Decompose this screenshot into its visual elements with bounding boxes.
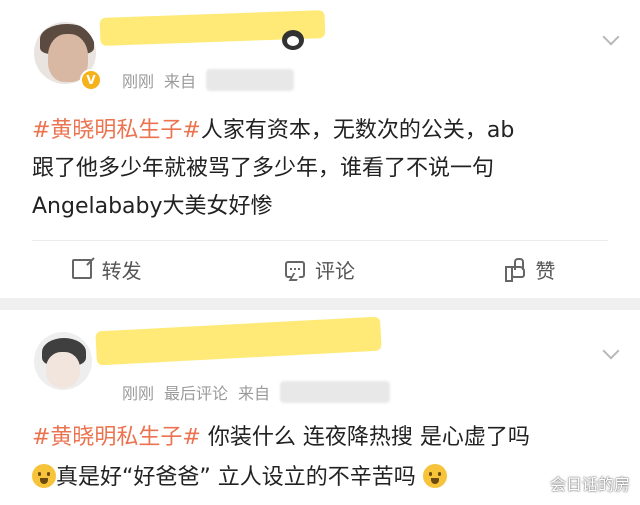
post-meta: 刚刚 最后评论 来自 xyxy=(122,380,391,404)
post-line-3: Angelababy大美女好惨 xyxy=(32,194,273,219)
chevron-down-icon[interactable] xyxy=(602,344,620,362)
post-content: #黄晓明私生子# 你装什么 连夜降热搜 是心虚了吗 真是好“好爸爸” 立人设立的… xyxy=(32,418,622,498)
hashtag-link[interactable]: #黄晓明私生子# xyxy=(32,118,201,143)
post-time: 刚刚 xyxy=(122,384,155,403)
panda-icon xyxy=(282,30,304,50)
weibo-post-1: V 刚刚 来自 #黄晓明私生子#人家有资本，无数次的公关，ab 跟了他多少年就被… xyxy=(0,0,640,298)
comment-icon xyxy=(284,260,305,278)
last-comment-label: 最后评论 xyxy=(164,384,229,403)
like-label: 赞 xyxy=(535,258,556,283)
repost-icon xyxy=(71,259,92,279)
post-source-prefix: 来自 xyxy=(238,384,271,403)
action-divider xyxy=(32,240,608,241)
post-source-prefix: 来自 xyxy=(164,72,197,91)
post-line-1: #黄晓明私生子# 你装什么 连夜降热搜 是心虚了吗 xyxy=(32,425,530,450)
like-button[interactable]: 赞 xyxy=(427,246,640,292)
post-time: 刚刚 xyxy=(122,72,155,91)
like-icon xyxy=(505,258,526,282)
repost-label: 转发 xyxy=(101,258,142,283)
user-avatar[interactable] xyxy=(34,332,92,390)
post-meta: 刚刚 来自 xyxy=(122,68,295,92)
post-line-2: 真是好“好爸爸” 立人设立的不辛苦吗 xyxy=(32,458,622,498)
action-bar: 转发 评论 赞 xyxy=(0,246,640,292)
post-separator xyxy=(0,298,640,310)
username-redaction xyxy=(95,316,382,366)
verified-badge: V xyxy=(80,69,102,91)
thinking-face-emoji-icon xyxy=(422,464,447,488)
chevron-down-icon[interactable] xyxy=(602,30,620,48)
comment-label: 评论 xyxy=(314,258,355,283)
comment-button[interactable]: 评论 xyxy=(213,246,426,292)
post-line-2: 跟了他多少年就被骂了多少年，谁看了不说一句 xyxy=(32,156,495,181)
scared-face-emoji-icon xyxy=(32,464,56,488)
weibo-post-2: 刚刚 最后评论 来自 #黄晓明私生子# 你装什么 连夜降热搜 是心虚了吗 真是好… xyxy=(0,310,640,505)
source-redaction xyxy=(280,381,391,403)
watermark: 会日话的房 xyxy=(549,475,630,494)
post-line-1: #黄晓明私生子#人家有资本，无数次的公关，ab xyxy=(32,118,515,143)
source-redaction xyxy=(206,69,295,91)
repost-button[interactable]: 转发 xyxy=(0,246,213,292)
post-content: #黄晓明私生子#人家有资本，无数次的公关，ab 跟了他多少年就被骂了多少年，谁看… xyxy=(32,112,622,226)
hashtag-link[interactable]: #黄晓明私生子# xyxy=(32,425,201,450)
